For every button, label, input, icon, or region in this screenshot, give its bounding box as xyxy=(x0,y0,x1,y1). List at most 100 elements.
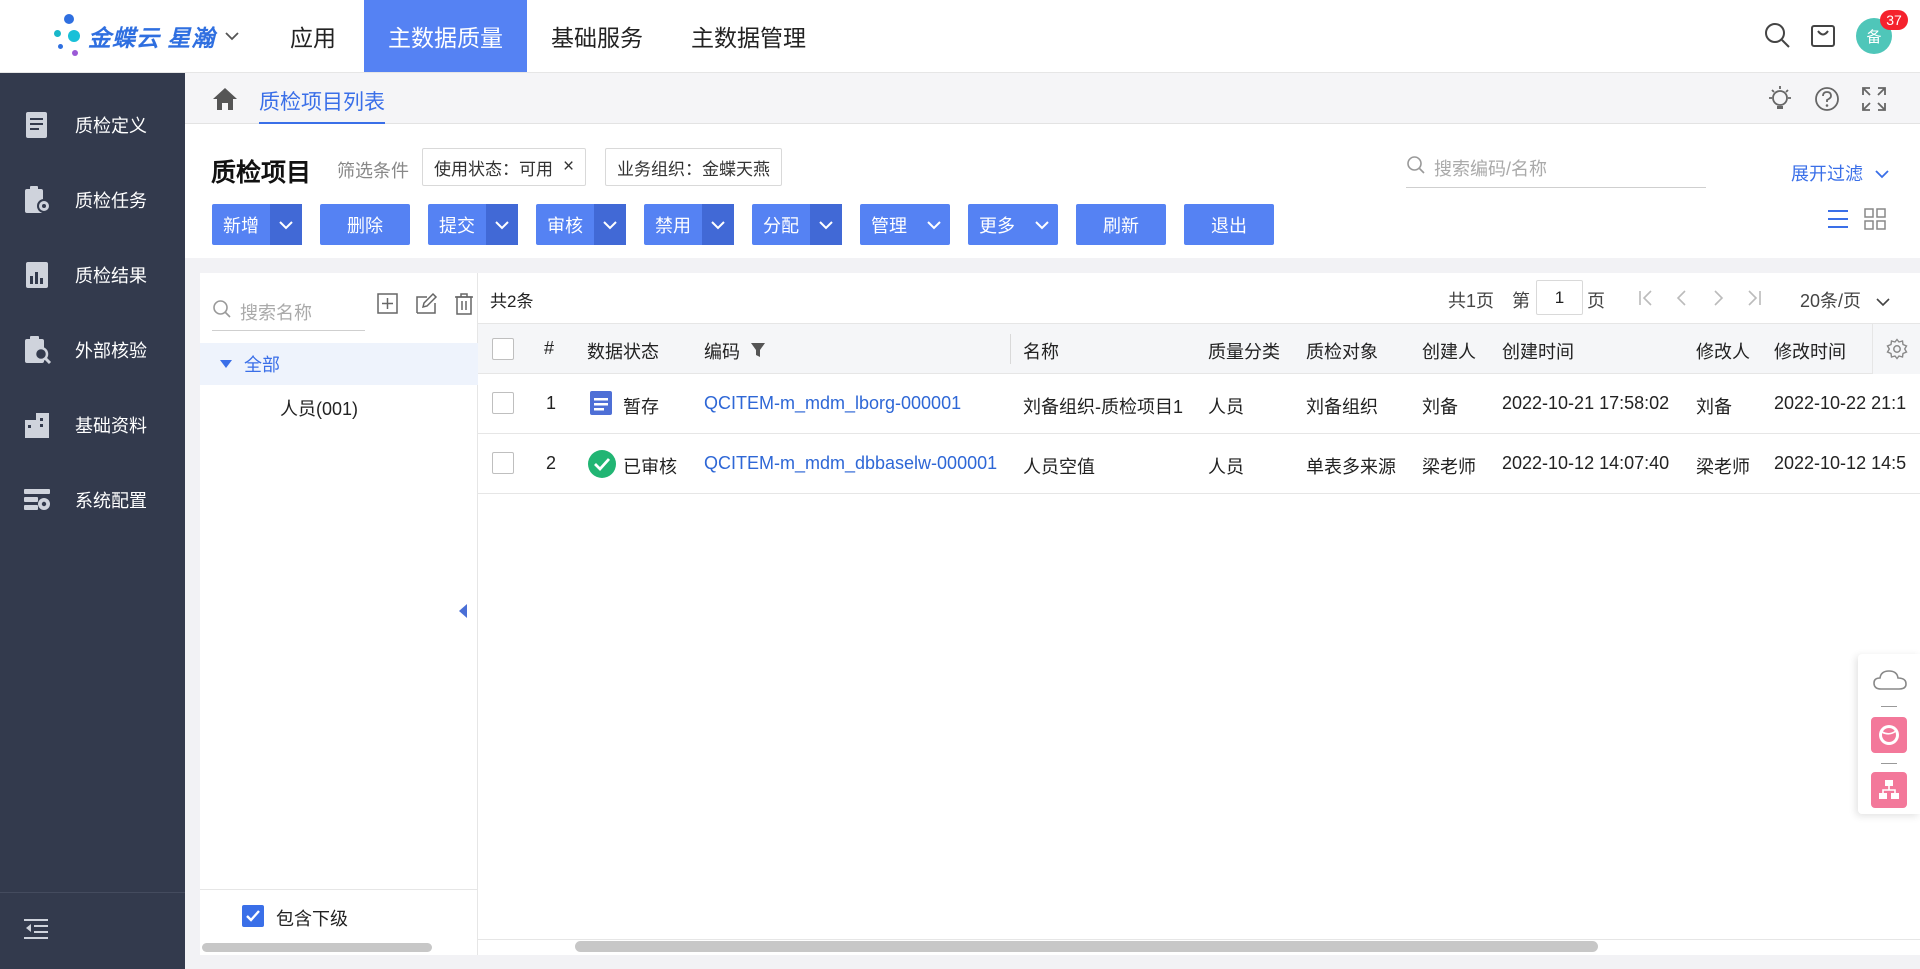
edit-icon[interactable] xyxy=(414,292,438,321)
chevron-down-icon[interactable] xyxy=(1876,292,1890,312)
search-icon[interactable] xyxy=(1762,20,1792,50)
chevron-down-icon[interactable] xyxy=(702,204,734,245)
page-suffix: 页 xyxy=(1587,291,1605,311)
filter-funnel-icon[interactable] xyxy=(750,342,766,363)
tab-qc-item-list[interactable]: 质检项目列表 xyxy=(259,86,385,125)
sidebar-item-qc-task[interactable]: 质检任务 xyxy=(0,162,185,237)
add-node-icon[interactable] xyxy=(376,292,400,321)
shopping-bag-icon[interactable] xyxy=(1808,20,1838,50)
app-logo[interactable]: 金蝶云 星瀚 xyxy=(50,12,240,60)
row-object: 单表多来源 xyxy=(1306,457,1396,477)
page-number-input[interactable]: 1 xyxy=(1536,280,1583,315)
tree-search-input[interactable]: 搜索名称 xyxy=(212,293,365,331)
org-chart-icon[interactable] xyxy=(1871,772,1907,808)
row-creator: 梁老师 xyxy=(1422,457,1476,477)
help-icon[interactable] xyxy=(1813,85,1841,118)
chevron-down-icon[interactable] xyxy=(810,204,842,245)
chevron-down-icon[interactable] xyxy=(225,28,240,45)
sidebar-item-qc-definition[interactable]: 质检定义 xyxy=(0,87,185,162)
logo-dots-icon xyxy=(50,12,86,60)
row-name: 刘备组织-质检项目1 xyxy=(1023,397,1184,417)
column-header-status[interactable]: 数据状态 xyxy=(587,338,659,364)
refresh-button[interactable]: 刷新 xyxy=(1076,204,1166,245)
table-header: # 数据状态 编码 名称 质量分类 质检对象 创建人 创建时间 修改人 修改时间 xyxy=(478,323,1920,374)
pink-ball-icon[interactable] xyxy=(1871,717,1907,753)
first-page-icon[interactable] xyxy=(1637,289,1655,312)
disable-button[interactable]: 禁用 xyxy=(644,204,734,245)
page-size-select[interactable]: 20条/页 xyxy=(1800,287,1861,313)
row-checkbox[interactable] xyxy=(492,392,514,414)
column-settings-gear-icon[interactable] xyxy=(1872,324,1920,374)
tree-horizontal-scrollbar[interactable] xyxy=(202,943,432,952)
cloud-icon[interactable] xyxy=(1872,668,1908,697)
filter-chip-org[interactable]: 业务组织：金蝶天燕 xyxy=(605,148,782,186)
select-all-checkbox[interactable] xyxy=(492,338,514,360)
top-nav-apps[interactable]: 应用 xyxy=(266,0,360,72)
column-divider[interactable] xyxy=(1010,334,1011,364)
assign-button[interactable]: 分配 xyxy=(752,204,842,245)
submit-button[interactable]: 提交 xyxy=(428,204,518,245)
top-nav-basic-services[interactable]: 基础服务 xyxy=(527,0,667,72)
exit-button[interactable]: 退出 xyxy=(1184,204,1274,245)
chevron-down-icon[interactable] xyxy=(486,204,518,245)
column-header-code[interactable]: 编码 xyxy=(704,338,740,364)
table-row[interactable]: 1 暂存 QCITEM-m_mdm_lborg-000001 刘备组织-质检项目… xyxy=(478,374,1920,434)
column-header-creator[interactable]: 创建人 xyxy=(1422,338,1476,364)
pager: 共2条 共1页 第 1 页 20条/页 xyxy=(478,273,1920,323)
sidebar-item-label: 系统配置 xyxy=(75,490,147,511)
fullscreen-icon[interactable] xyxy=(1861,86,1887,117)
chevron-down-icon[interactable] xyxy=(270,204,302,245)
tab-strip: 质检项目列表 xyxy=(185,73,1920,125)
top-nav-mdm-quality[interactable]: 主数据质量 xyxy=(364,0,527,72)
row-status: 暂存 xyxy=(623,397,659,417)
sidebar-item-label: 基础资料 xyxy=(75,415,147,436)
sidebar-item-system-config[interactable]: 系统配置 xyxy=(0,462,185,537)
lightbulb-icon[interactable] xyxy=(1766,85,1794,118)
table-row[interactable]: 2 已审核 QCITEM-m_mdm_dbbaselw-000001 人员空值 … xyxy=(478,434,1920,494)
column-header-object[interactable]: 质检对象 xyxy=(1306,338,1378,364)
filter-chip-status[interactable]: 使用状态：可用 × xyxy=(422,148,587,186)
search-input[interactable]: 搜索编码/名称 xyxy=(1406,148,1706,188)
sidebar-item-basic-data[interactable]: 基础资料 xyxy=(0,387,185,462)
row-code-link[interactable]: QCITEM-m_mdm_lborg-000001 xyxy=(704,393,961,414)
tree-node-personnel[interactable]: 人员(001) xyxy=(280,395,358,421)
filter-chip-label: 业务组织：金蝶天燕 xyxy=(617,159,770,179)
row-code-link[interactable]: QCITEM-m_mdm_dbbaselw-000001 xyxy=(704,453,997,474)
column-header-category[interactable]: 质量分类 xyxy=(1208,338,1280,364)
close-icon[interactable]: × xyxy=(563,156,574,178)
sidebar-item-external-verify[interactable]: 外部核验 xyxy=(0,312,185,387)
sidebar-item-qc-result[interactable]: 质检结果 xyxy=(0,237,185,312)
list-panel: 共2条 共1页 第 1 页 20条/页 # 数据状态 编码 名称 质量分类 质检… xyxy=(478,273,1920,955)
manage-button[interactable]: 管理 xyxy=(860,204,950,245)
column-header-modified[interactable]: 修改时间 xyxy=(1774,338,1846,364)
draft-doc-icon xyxy=(589,390,613,421)
tree-panel: 搜索名称 全部 人员(001) 包含下级 xyxy=(200,273,478,955)
grid-view-icon[interactable] xyxy=(1864,208,1886,235)
row-checkbox[interactable] xyxy=(492,452,514,474)
top-nav-mdm-management[interactable]: 主数据管理 xyxy=(667,0,830,72)
expand-filter-label: 展开过滤 xyxy=(1791,164,1863,184)
add-button[interactable]: 新增 xyxy=(212,204,302,245)
expand-filter-button[interactable]: 展开过滤 xyxy=(1791,160,1889,186)
caret-left-icon[interactable] xyxy=(458,603,468,623)
column-header-created[interactable]: 创建时间 xyxy=(1502,338,1574,364)
list-view-icon[interactable] xyxy=(1826,208,1850,235)
horizontal-scrollbar[interactable] xyxy=(575,941,1598,952)
caret-down-icon[interactable] xyxy=(220,354,232,374)
column-header-modifier[interactable]: 修改人 xyxy=(1696,338,1750,364)
home-icon[interactable] xyxy=(211,86,239,117)
audit-button[interactable]: 审核 xyxy=(536,204,626,245)
sidebar-collapse-button[interactable] xyxy=(0,892,185,969)
chevron-down-icon[interactable] xyxy=(594,204,626,245)
trash-icon[interactable] xyxy=(452,292,476,321)
delete-button[interactable]: 删除 xyxy=(320,204,410,245)
sidebar-item-label: 质检定义 xyxy=(75,115,147,136)
next-page-icon[interactable] xyxy=(1709,289,1727,312)
include-sub-checkbox[interactable] xyxy=(242,905,264,927)
row-category: 人员 xyxy=(1208,397,1244,417)
more-button[interactable]: 更多 xyxy=(968,204,1058,245)
prev-page-icon[interactable] xyxy=(1673,289,1691,312)
last-page-icon[interactable] xyxy=(1745,289,1763,312)
tree-node-all[interactable]: 全部 xyxy=(200,343,478,385)
column-header-name[interactable]: 名称 xyxy=(1023,338,1059,364)
